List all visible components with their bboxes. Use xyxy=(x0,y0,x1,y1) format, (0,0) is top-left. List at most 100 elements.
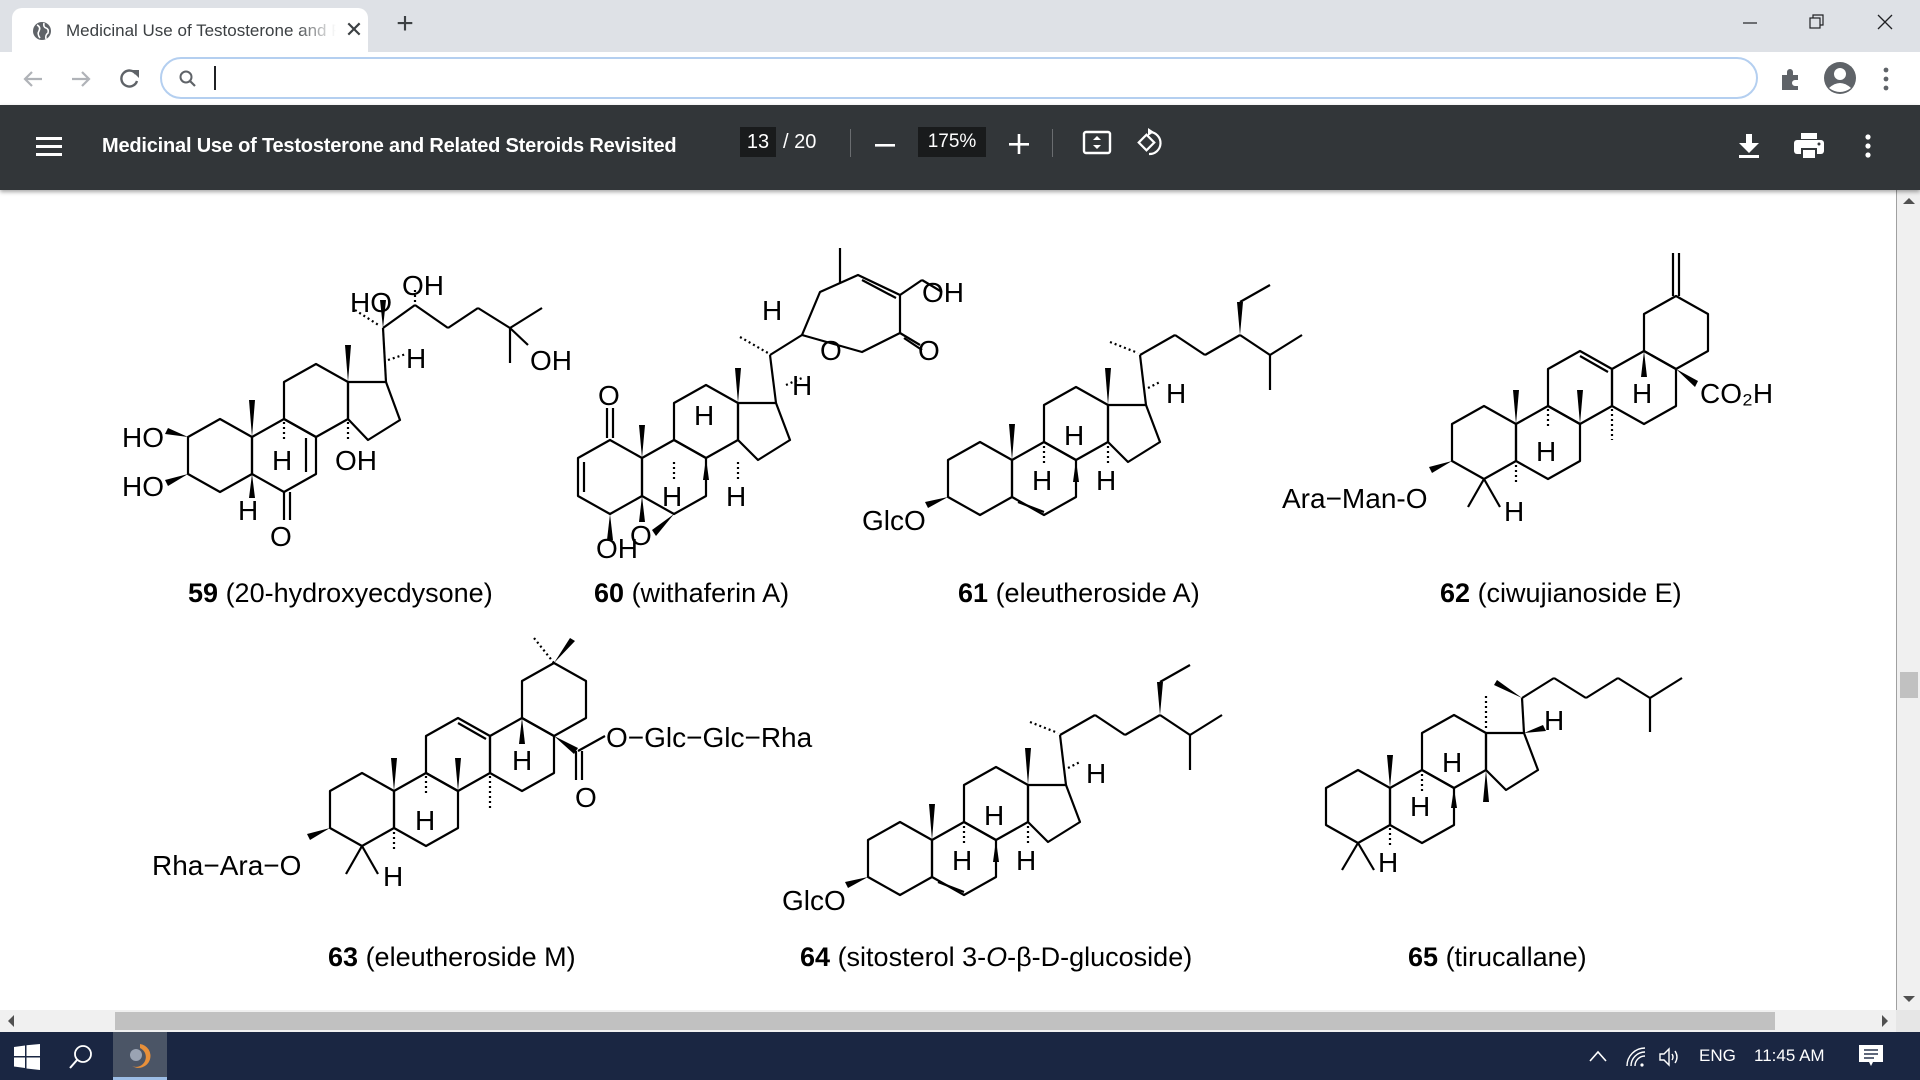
horizontal-scrollbar[interactable] xyxy=(0,1010,1896,1032)
atom-label: H xyxy=(984,800,1004,831)
browser-tab[interactable]: Medicinal Use of Testosterone and Relate… xyxy=(12,8,368,52)
compound-name: (eleutheroside M) xyxy=(365,942,576,972)
hamburger-menu-icon[interactable] xyxy=(36,135,62,157)
atom-label: GlcO xyxy=(862,505,926,536)
atom-label: H xyxy=(406,343,426,374)
back-arrow-icon[interactable] xyxy=(18,64,48,94)
rotate-counterclockwise-icon[interactable] xyxy=(1136,127,1166,157)
zoom-level-input[interactable]: 175% xyxy=(918,127,986,157)
caption-64: 64 (sitosterol 3-O-β-D-glucoside) xyxy=(800,942,1192,973)
atom-label: H xyxy=(1016,845,1036,876)
scroll-right-arrow-icon[interactable] xyxy=(1882,1015,1888,1027)
scroll-up-arrow-icon[interactable] xyxy=(1903,198,1915,204)
atom-label: H xyxy=(1536,436,1556,467)
tab-title: Medicinal Use of Testosterone and Relate… xyxy=(66,21,336,40)
atom-label: Rha−Ara−O xyxy=(152,850,301,881)
more-vert-icon[interactable] xyxy=(1858,131,1878,161)
scrollbar-corner xyxy=(1896,1010,1920,1032)
minimize-button[interactable] xyxy=(1726,6,1772,40)
atom-label: H xyxy=(694,400,714,431)
wifi-icon[interactable] xyxy=(1625,1046,1647,1068)
tab-close-icon[interactable]: ✕ xyxy=(342,18,366,42)
scroll-down-arrow-icon[interactable] xyxy=(1903,996,1915,1002)
new-tab-button[interactable]: + xyxy=(390,7,420,40)
windows-start-icon[interactable] xyxy=(14,1044,40,1070)
profile-avatar-icon[interactable] xyxy=(1822,60,1858,96)
atom-label: H xyxy=(1410,791,1430,822)
more-vert-icon[interactable] xyxy=(1880,66,1892,92)
compound-number: 63 xyxy=(328,942,359,972)
atom-label: H xyxy=(762,295,782,326)
search-icon[interactable] xyxy=(68,1044,94,1070)
document-title: Medicinal Use of Testosterone and Relate… xyxy=(102,135,677,157)
atom-label: H xyxy=(1504,496,1524,527)
atom-label: H xyxy=(383,861,403,892)
pdf-page-view[interactable]: OH HO OH H HO HO H OH H O 59 (20-hydroxy… xyxy=(0,190,1896,1010)
atom-label: H xyxy=(1544,705,1564,736)
compound-number: 65 xyxy=(1408,942,1439,972)
structure-65: H H H H xyxy=(1310,677,1710,930)
horizontal-scroll-thumb[interactable] xyxy=(115,1012,1775,1030)
restore-button[interactable] xyxy=(1793,6,1839,40)
atom-label: O xyxy=(270,521,292,552)
input-language[interactable]: ENG xyxy=(1699,1046,1736,1066)
atom-label: OH xyxy=(596,533,638,564)
atom-label: H xyxy=(1086,758,1106,789)
compound-name: (tirucallane) xyxy=(1445,942,1587,972)
structure-59-drawing: OH HO OH H HO HO H OH H O xyxy=(122,270,572,552)
atom-label: OH xyxy=(530,345,572,376)
clock-time[interactable]: 11:45 AM xyxy=(1754,1046,1825,1066)
page-number-input[interactable]: 13 xyxy=(740,127,776,157)
minus-icon xyxy=(875,144,895,147)
browser-app-icon xyxy=(130,1044,151,1068)
atom-label: H xyxy=(662,481,682,512)
compound-name: (withaferin A) xyxy=(631,578,790,608)
atom-label: GlcO xyxy=(782,885,846,916)
atom-label: H xyxy=(952,845,972,876)
tab-strip: Medicinal Use of Testosterone and Relate… xyxy=(0,0,1920,52)
compound-name: (20-hydroxyecdysone) xyxy=(225,578,493,608)
atom-label: O xyxy=(575,782,597,813)
close-window-button[interactable] xyxy=(1862,6,1908,40)
page-total: / 20 xyxy=(783,131,817,153)
atom-label: H xyxy=(726,481,746,512)
structure-62-drawing: CO₂H H H H Ara−Man-O xyxy=(1282,253,1773,527)
plus-icon: + xyxy=(396,7,414,40)
action-center-icon[interactable] xyxy=(1858,1044,1884,1068)
compound-name: (ciwujianoside E) xyxy=(1477,578,1682,608)
forward-arrow-icon[interactable] xyxy=(66,64,96,94)
zoom-in-button[interactable] xyxy=(1004,127,1034,157)
vertical-scrollbar[interactable] xyxy=(1896,190,1920,1010)
atom-label: OH xyxy=(335,445,377,476)
vertical-scroll-thumb[interactable] xyxy=(1900,672,1918,698)
restore-icon xyxy=(1809,14,1824,29)
atom-label: HO xyxy=(350,287,392,318)
volume-icon[interactable] xyxy=(1658,1046,1682,1068)
taskbar-browser-app[interactable] xyxy=(113,1032,167,1080)
atom-label: HO xyxy=(122,422,164,453)
atom-label: H xyxy=(1442,747,1462,778)
zoom-out-button[interactable] xyxy=(872,127,898,157)
structure-61: H H H H GlcO xyxy=(860,284,1320,550)
compound-name-suffix: -β-D-glucoside) xyxy=(1007,942,1193,972)
print-icon[interactable] xyxy=(1792,131,1826,161)
extensions-puzzle-icon[interactable] xyxy=(1778,66,1804,92)
caption-60: 60 (withaferin A) xyxy=(594,578,789,609)
compound-name-prefix: (sitosterol 3- xyxy=(837,942,987,972)
atom-label: H xyxy=(415,805,435,836)
scroll-left-arrow-icon[interactable] xyxy=(8,1015,14,1027)
fit-to-page-icon[interactable] xyxy=(1082,127,1112,157)
address-input[interactable] xyxy=(212,65,1732,91)
atom-label: H xyxy=(238,495,258,526)
search-icon xyxy=(179,70,196,87)
show-hidden-icons-chevron-icon[interactable] xyxy=(1588,1049,1608,1063)
download-icon[interactable] xyxy=(1734,131,1764,161)
structure-64-drawing: H H H H GlcO xyxy=(782,664,1223,916)
pdf-toolbar: Medicinal Use of Testosterone and Relate… xyxy=(0,105,1920,190)
address-bar[interactable] xyxy=(160,57,1758,99)
atom-label: H xyxy=(1032,465,1052,496)
reload-icon[interactable] xyxy=(114,64,144,94)
atom-label: O xyxy=(598,380,620,411)
atom-label: OH xyxy=(402,270,444,301)
close-icon xyxy=(1877,14,1893,30)
